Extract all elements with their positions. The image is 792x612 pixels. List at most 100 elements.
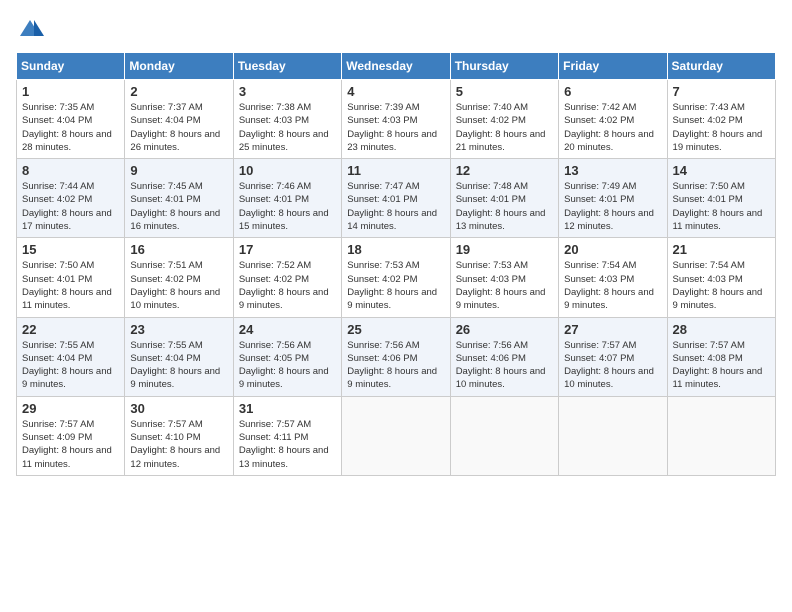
day-info: Sunrise: 7:53 AM Sunset: 4:02 PM Dayligh… — [347, 259, 444, 312]
day-info: Sunrise: 7:52 AM Sunset: 4:02 PM Dayligh… — [239, 259, 336, 312]
calendar-cell: 22 Sunrise: 7:55 AM Sunset: 4:04 PM Dayl… — [17, 317, 125, 396]
day-number: 28 — [673, 322, 770, 337]
calendar-week-5: 29 Sunrise: 7:57 AM Sunset: 4:09 PM Dayl… — [17, 396, 776, 475]
logo — [16, 16, 48, 44]
calendar-cell: 11 Sunrise: 7:47 AM Sunset: 4:01 PM Dayl… — [342, 159, 450, 238]
day-info: Sunrise: 7:50 AM Sunset: 4:01 PM Dayligh… — [22, 259, 119, 312]
day-number: 23 — [130, 322, 227, 337]
day-info: Sunrise: 7:39 AM Sunset: 4:03 PM Dayligh… — [347, 101, 444, 154]
day-number: 30 — [130, 401, 227, 416]
day-number: 15 — [22, 242, 119, 257]
day-number: 11 — [347, 163, 444, 178]
calendar-cell: 15 Sunrise: 7:50 AM Sunset: 4:01 PM Dayl… — [17, 238, 125, 317]
day-number: 2 — [130, 84, 227, 99]
day-info: Sunrise: 7:46 AM Sunset: 4:01 PM Dayligh… — [239, 180, 336, 233]
day-info: Sunrise: 7:56 AM Sunset: 4:06 PM Dayligh… — [347, 339, 444, 392]
calendar-week-1: 1 Sunrise: 7:35 AM Sunset: 4:04 PM Dayli… — [17, 80, 776, 159]
day-number: 17 — [239, 242, 336, 257]
day-number: 6 — [564, 84, 661, 99]
weekday-friday: Friday — [559, 53, 667, 80]
day-number: 10 — [239, 163, 336, 178]
calendar-cell: 7 Sunrise: 7:43 AM Sunset: 4:02 PM Dayli… — [667, 80, 775, 159]
day-number: 16 — [130, 242, 227, 257]
day-info: Sunrise: 7:38 AM Sunset: 4:03 PM Dayligh… — [239, 101, 336, 154]
day-number: 27 — [564, 322, 661, 337]
day-number: 31 — [239, 401, 336, 416]
calendar-table: SundayMondayTuesdayWednesdayThursdayFrid… — [16, 52, 776, 476]
calendar-cell: 14 Sunrise: 7:50 AM Sunset: 4:01 PM Dayl… — [667, 159, 775, 238]
calendar-cell — [559, 396, 667, 475]
calendar-cell: 10 Sunrise: 7:46 AM Sunset: 4:01 PM Dayl… — [233, 159, 341, 238]
day-number: 5 — [456, 84, 553, 99]
day-number: 9 — [130, 163, 227, 178]
day-number: 4 — [347, 84, 444, 99]
day-number: 13 — [564, 163, 661, 178]
calendar-week-4: 22 Sunrise: 7:55 AM Sunset: 4:04 PM Dayl… — [17, 317, 776, 396]
calendar-week-3: 15 Sunrise: 7:50 AM Sunset: 4:01 PM Dayl… — [17, 238, 776, 317]
day-info: Sunrise: 7:42 AM Sunset: 4:02 PM Dayligh… — [564, 101, 661, 154]
day-number: 8 — [22, 163, 119, 178]
day-info: Sunrise: 7:51 AM Sunset: 4:02 PM Dayligh… — [130, 259, 227, 312]
day-info: Sunrise: 7:47 AM Sunset: 4:01 PM Dayligh… — [347, 180, 444, 233]
day-info: Sunrise: 7:35 AM Sunset: 4:04 PM Dayligh… — [22, 101, 119, 154]
day-number: 22 — [22, 322, 119, 337]
day-number: 20 — [564, 242, 661, 257]
calendar-cell: 30 Sunrise: 7:57 AM Sunset: 4:10 PM Dayl… — [125, 396, 233, 475]
calendar-cell: 31 Sunrise: 7:57 AM Sunset: 4:11 PM Dayl… — [233, 396, 341, 475]
page-header — [16, 16, 776, 44]
day-info: Sunrise: 7:57 AM Sunset: 4:08 PM Dayligh… — [673, 339, 770, 392]
day-info: Sunrise: 7:44 AM Sunset: 4:02 PM Dayligh… — [22, 180, 119, 233]
day-info: Sunrise: 7:49 AM Sunset: 4:01 PM Dayligh… — [564, 180, 661, 233]
calendar-cell: 9 Sunrise: 7:45 AM Sunset: 4:01 PM Dayli… — [125, 159, 233, 238]
day-info: Sunrise: 7:57 AM Sunset: 4:07 PM Dayligh… — [564, 339, 661, 392]
day-info: Sunrise: 7:53 AM Sunset: 4:03 PM Dayligh… — [456, 259, 553, 312]
weekday-monday: Monday — [125, 53, 233, 80]
calendar-cell: 8 Sunrise: 7:44 AM Sunset: 4:02 PM Dayli… — [17, 159, 125, 238]
day-info: Sunrise: 7:57 AM Sunset: 4:10 PM Dayligh… — [130, 418, 227, 471]
day-info: Sunrise: 7:48 AM Sunset: 4:01 PM Dayligh… — [456, 180, 553, 233]
day-number: 12 — [456, 163, 553, 178]
weekday-saturday: Saturday — [667, 53, 775, 80]
day-info: Sunrise: 7:43 AM Sunset: 4:02 PM Dayligh… — [673, 101, 770, 154]
day-number: 3 — [239, 84, 336, 99]
calendar-cell — [450, 396, 558, 475]
calendar-cell: 1 Sunrise: 7:35 AM Sunset: 4:04 PM Dayli… — [17, 80, 125, 159]
day-number: 29 — [22, 401, 119, 416]
day-info: Sunrise: 7:37 AM Sunset: 4:04 PM Dayligh… — [130, 101, 227, 154]
calendar-cell: 26 Sunrise: 7:56 AM Sunset: 4:06 PM Dayl… — [450, 317, 558, 396]
calendar-cell: 24 Sunrise: 7:56 AM Sunset: 4:05 PM Dayl… — [233, 317, 341, 396]
calendar-cell: 27 Sunrise: 7:57 AM Sunset: 4:07 PM Dayl… — [559, 317, 667, 396]
calendar-cell: 5 Sunrise: 7:40 AM Sunset: 4:02 PM Dayli… — [450, 80, 558, 159]
day-number: 19 — [456, 242, 553, 257]
day-info: Sunrise: 7:57 AM Sunset: 4:11 PM Dayligh… — [239, 418, 336, 471]
weekday-tuesday: Tuesday — [233, 53, 341, 80]
calendar-cell: 2 Sunrise: 7:37 AM Sunset: 4:04 PM Dayli… — [125, 80, 233, 159]
calendar-cell: 3 Sunrise: 7:38 AM Sunset: 4:03 PM Dayli… — [233, 80, 341, 159]
weekday-wednesday: Wednesday — [342, 53, 450, 80]
calendar-cell: 12 Sunrise: 7:48 AM Sunset: 4:01 PM Dayl… — [450, 159, 558, 238]
day-info: Sunrise: 7:50 AM Sunset: 4:01 PM Dayligh… — [673, 180, 770, 233]
calendar-cell — [342, 396, 450, 475]
day-number: 1 — [22, 84, 119, 99]
weekday-sunday: Sunday — [17, 53, 125, 80]
calendar-cell: 16 Sunrise: 7:51 AM Sunset: 4:02 PM Dayl… — [125, 238, 233, 317]
logo-icon — [16, 16, 44, 44]
day-number: 21 — [673, 242, 770, 257]
calendar-week-2: 8 Sunrise: 7:44 AM Sunset: 4:02 PM Dayli… — [17, 159, 776, 238]
day-info: Sunrise: 7:40 AM Sunset: 4:02 PM Dayligh… — [456, 101, 553, 154]
day-info: Sunrise: 7:55 AM Sunset: 4:04 PM Dayligh… — [130, 339, 227, 392]
day-info: Sunrise: 7:55 AM Sunset: 4:04 PM Dayligh… — [22, 339, 119, 392]
calendar-cell — [667, 396, 775, 475]
day-info: Sunrise: 7:54 AM Sunset: 4:03 PM Dayligh… — [673, 259, 770, 312]
calendar-cell: 29 Sunrise: 7:57 AM Sunset: 4:09 PM Dayl… — [17, 396, 125, 475]
day-info: Sunrise: 7:56 AM Sunset: 4:06 PM Dayligh… — [456, 339, 553, 392]
calendar-cell: 25 Sunrise: 7:56 AM Sunset: 4:06 PM Dayl… — [342, 317, 450, 396]
weekday-header-row: SundayMondayTuesdayWednesdayThursdayFrid… — [17, 53, 776, 80]
calendar-cell: 23 Sunrise: 7:55 AM Sunset: 4:04 PM Dayl… — [125, 317, 233, 396]
calendar-cell: 13 Sunrise: 7:49 AM Sunset: 4:01 PM Dayl… — [559, 159, 667, 238]
weekday-thursday: Thursday — [450, 53, 558, 80]
day-info: Sunrise: 7:57 AM Sunset: 4:09 PM Dayligh… — [22, 418, 119, 471]
day-number: 18 — [347, 242, 444, 257]
day-info: Sunrise: 7:56 AM Sunset: 4:05 PM Dayligh… — [239, 339, 336, 392]
day-info: Sunrise: 7:54 AM Sunset: 4:03 PM Dayligh… — [564, 259, 661, 312]
